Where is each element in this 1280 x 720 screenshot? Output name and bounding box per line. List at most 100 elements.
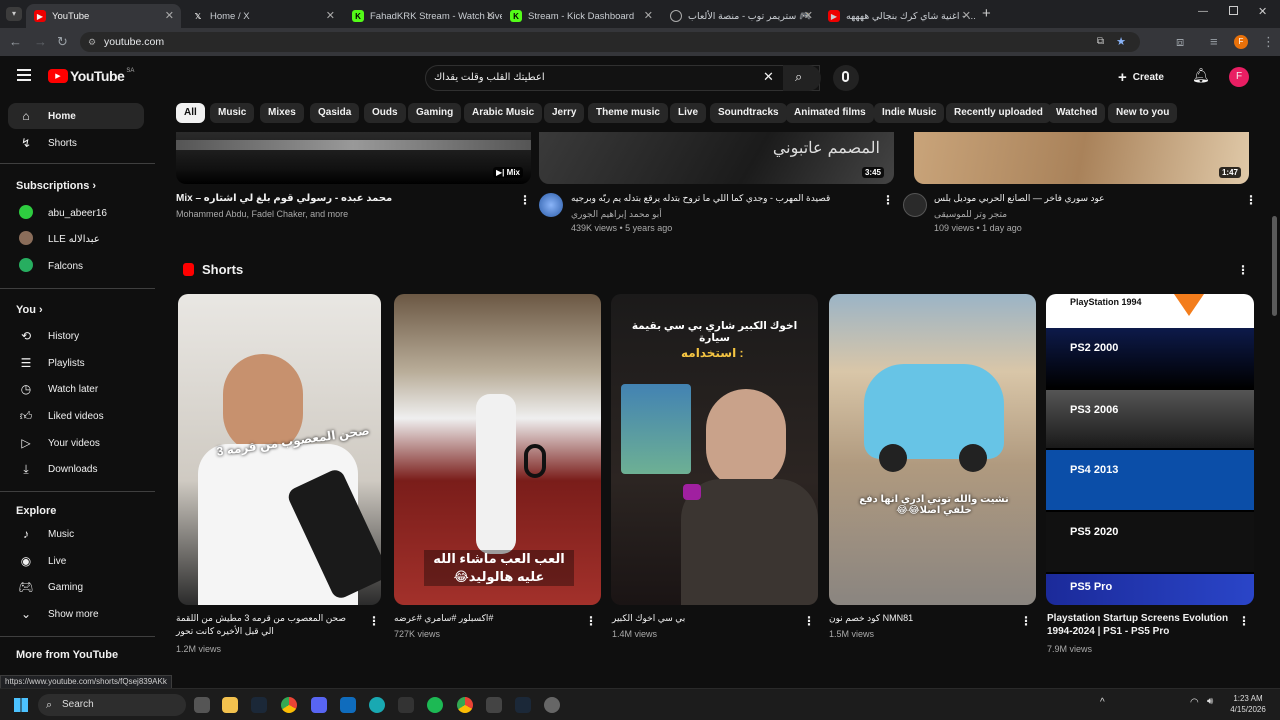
site-info-icon[interactable]: ⚙ bbox=[88, 32, 96, 52]
close-icon[interactable]: ✕ bbox=[962, 9, 971, 22]
sidebar-item-liked-videos[interactable]: 👍︎ Liked videos bbox=[8, 403, 144, 429]
reload-icon[interactable]: ↻ bbox=[57, 34, 68, 50]
channel-name[interactable]: أبو محمد إبراهيم الجوري bbox=[571, 209, 662, 220]
chip-indie-music[interactable]: Indie Music bbox=[874, 103, 945, 123]
back-arrow-icon[interactable]: ← bbox=[9, 34, 22, 49]
sidebar-item-shorts[interactable]: ↯ Shorts bbox=[8, 130, 144, 156]
search-button[interactable]: ⌕ bbox=[783, 65, 821, 91]
tab-search-icon[interactable]: ▾ bbox=[6, 7, 22, 21]
more-options-icon[interactable]: ⋮ bbox=[1238, 614, 1250, 628]
close-icon[interactable]: ✕ bbox=[326, 9, 335, 22]
app-icon[interactable] bbox=[398, 697, 414, 713]
more-options-icon[interactable]: ⋮ bbox=[882, 193, 894, 207]
install-app-icon[interactable]: ⧉ bbox=[1097, 32, 1104, 52]
more-options-icon[interactable]: ⋮ bbox=[519, 193, 531, 207]
sidebar-item-downloads[interactable]: ⤓ Downloads bbox=[8, 456, 144, 482]
extensions-icon[interactable]: ⧈ bbox=[1176, 34, 1184, 50]
steam-icon[interactable] bbox=[251, 697, 267, 713]
youtube-logo[interactable]: ▶ YouTube SA bbox=[48, 68, 134, 84]
hamburger-menu-icon[interactable] bbox=[17, 69, 31, 81]
sidebar-item-history[interactable]: ⟲ History bbox=[8, 323, 144, 349]
short-thumbnail[interactable]: نشيت والله توني ادري انها دفع خلفي اصلا😂… bbox=[829, 294, 1036, 605]
file-explorer-icon[interactable] bbox=[222, 697, 238, 713]
volume-icon[interactable]: 🔊︎ bbox=[1207, 696, 1213, 707]
taskbar-search[interactable]: ⌕ Search bbox=[38, 694, 186, 716]
short-title[interactable]: بي سي اخوك الكبير bbox=[612, 612, 792, 625]
discord-icon[interactable] bbox=[311, 697, 327, 713]
short-title[interactable]: #اكسبلور #سامري #عرضه bbox=[394, 612, 574, 625]
chrome-icon[interactable] bbox=[457, 697, 473, 713]
steam-icon[interactable] bbox=[515, 697, 531, 713]
tab-kick-stream[interactable]: K FahadKRK Stream - Watch Live ✕ bbox=[344, 4, 502, 28]
new-tab-plus-icon[interactable]: + bbox=[982, 5, 991, 22]
sidebar-item-home[interactable]: ⌂ Home bbox=[8, 103, 144, 129]
video-thumbnail[interactable]: ▶| Mix bbox=[176, 132, 531, 184]
spotify-icon[interactable] bbox=[427, 697, 443, 713]
chip-new-to-you[interactable]: New to you bbox=[1108, 103, 1178, 123]
notifications-bell-icon[interactable]: 🔔︎ bbox=[1192, 67, 1210, 84]
sidebar-item-channel[interactable]: LLE عبدالاله bbox=[8, 226, 144, 252]
tab-streamer-top[interactable]: ستريمر توب - منصة الألعاب 🎮 ✕ bbox=[662, 4, 820, 28]
short-title[interactable]: صحن المعصوب من قرمه 3 مطيش من اللقمة الي… bbox=[176, 612, 356, 638]
channel-name[interactable]: متجر وتر للموسيقى bbox=[934, 209, 1007, 220]
chip-watched[interactable]: Watched bbox=[1048, 103, 1106, 123]
chip-gaming[interactable]: Gaming bbox=[408, 103, 462, 123]
tab-kick-dashboard[interactable]: K Stream - Kick Dashboard ✕ bbox=[502, 4, 660, 28]
sidebar-item-watch-later[interactable]: ◷ Watch later bbox=[8, 376, 144, 402]
short-title[interactable]: NMN81 كود خصم نون bbox=[829, 612, 1009, 625]
more-options-icon[interactable]: ⋮ bbox=[1237, 263, 1249, 277]
subscriptions-header[interactable]: Subscriptions › bbox=[16, 180, 96, 192]
video-thumbnail[interactable]: 1:47 bbox=[914, 132, 1249, 184]
short-thumbnail[interactable]: العب العب ماشاء الله عليه هالوليد😂 bbox=[394, 294, 601, 605]
sidebar-item-channel[interactable]: abu_abeer16 bbox=[8, 200, 144, 226]
chip-qasida[interactable]: Qasida bbox=[310, 103, 360, 123]
sidebar-item-live[interactable]: ◉ Live bbox=[8, 548, 144, 574]
system-tray-chevron-icon[interactable]: ^ bbox=[1100, 697, 1105, 708]
settings-gear-icon[interactable] bbox=[544, 697, 560, 713]
chip-animated-films[interactable]: Animated films bbox=[786, 103, 874, 123]
you-header[interactable]: You › bbox=[16, 304, 43, 316]
chip-theme-music[interactable]: Theme music bbox=[588, 103, 668, 123]
video-thumbnail[interactable]: المصمم عاتبوني 3:45 bbox=[539, 132, 894, 184]
profile-avatar[interactable]: F bbox=[1234, 35, 1248, 49]
video-title[interactable]: قصيدة المهرب - وجدي كما اللي ما تروح بتد… bbox=[571, 192, 871, 205]
task-view-icon[interactable] bbox=[194, 697, 210, 713]
tab-youtube-song[interactable]: ▶ اغنية شاي كرك بنجالي ههههه - ... ✕ bbox=[820, 4, 978, 28]
chip-recently-uploaded[interactable]: Recently uploaded bbox=[946, 103, 1051, 123]
wifi-icon[interactable]: ◠ bbox=[1190, 697, 1199, 708]
more-options-icon[interactable]: ⋮ bbox=[1020, 614, 1032, 628]
chip-ouds[interactable]: Ouds bbox=[364, 103, 406, 123]
more-options-icon[interactable]: ⋮ bbox=[1245, 193, 1257, 207]
chip-arabic-music[interactable]: Arabic Music bbox=[464, 103, 543, 123]
sidebar-item-music[interactable]: ♪ Music bbox=[8, 521, 144, 547]
chrome-icon[interactable] bbox=[281, 697, 297, 713]
chip-jerry[interactable]: Jerry bbox=[544, 103, 585, 123]
chip-soundtracks[interactable]: Soundtracks bbox=[710, 103, 787, 123]
tab-youtube[interactable]: ▶ YouTube ✕ bbox=[26, 4, 181, 28]
channel-avatar[interactable] bbox=[539, 193, 563, 217]
more-options-icon[interactable]: ⋮ bbox=[368, 614, 380, 628]
short-thumbnail[interactable]: صحن المعصوب من قرمه 3 bbox=[178, 294, 381, 605]
restore-icon[interactable] bbox=[1229, 6, 1238, 15]
windows-start-icon[interactable] bbox=[14, 698, 28, 712]
create-button[interactable]: + Create bbox=[1118, 65, 1164, 89]
clock[interactable]: 1:23 AM 4/15/2026 bbox=[1226, 693, 1270, 715]
media-controls-icon[interactable]: ≡ bbox=[1210, 34, 1218, 49]
scrollbar-thumb[interactable] bbox=[1272, 216, 1277, 316]
close-icon[interactable]: ✕ bbox=[165, 9, 174, 22]
short-thumbnail[interactable]: PlayStation 1994 PS2 2000 PS3 2006 PS4 2… bbox=[1046, 294, 1254, 605]
sidebar-item-channel[interactable]: Falcons bbox=[8, 253, 144, 279]
search-input[interactable]: اعطيتك القلب وقلت يقداك bbox=[425, 65, 820, 91]
more-options-icon[interactable]: ⋮ bbox=[585, 614, 597, 628]
sidebar-item-playlists[interactable]: ☰ Playlists bbox=[8, 350, 144, 376]
voice-search-button[interactable] bbox=[833, 65, 859, 91]
mail-icon[interactable] bbox=[340, 697, 356, 713]
short-thumbnail[interactable]: اخوك الكبير شاري بي سي بقيمة سيارة استخد… bbox=[611, 294, 818, 605]
more-options-icon[interactable]: ⋮ bbox=[803, 614, 815, 628]
edge-icon[interactable] bbox=[369, 697, 385, 713]
close-icon[interactable]: ✕ bbox=[804, 9, 813, 22]
video-title[interactable]: Mix – محمد عبده - رسولي قوم بلغ لي اشتار… bbox=[176, 192, 506, 205]
app-icon[interactable] bbox=[486, 697, 502, 713]
close-icon[interactable]: ✕ bbox=[486, 9, 495, 22]
sidebar-item-gaming[interactable]: 🎮︎ Gaming bbox=[8, 574, 144, 600]
